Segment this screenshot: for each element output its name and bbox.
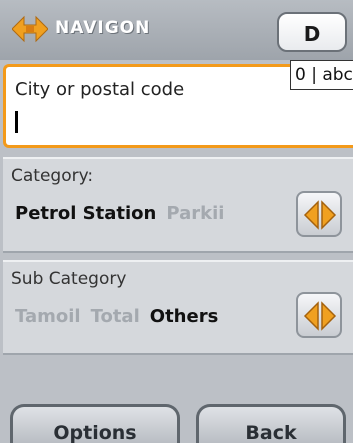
subcategory-option[interactable]: Total: [91, 306, 140, 327]
navigon-logo-icon: [12, 15, 48, 43]
left-right-arrows-icon: [303, 301, 337, 331]
subcategory-options[interactable]: Tamoil Total Others: [15, 306, 290, 336]
keyboard-d-key[interactable]: D: [277, 12, 347, 52]
category-switch-button[interactable]: [296, 191, 342, 237]
subcategory-option[interactable]: Tamoil: [15, 306, 81, 327]
subcategory-label: Sub Category: [11, 269, 127, 289]
category-panel: Category: Petrol Station Parkii: [3, 157, 353, 253]
subcategory-panel: Sub Category Tamoil Total Others: [3, 260, 353, 355]
subcategory-option-selected[interactable]: Others: [150, 306, 219, 327]
category-label: Category:: [11, 166, 94, 186]
options-button[interactable]: Options: [10, 404, 180, 443]
back-button[interactable]: Back: [196, 404, 346, 443]
brand-name: NAVIGON: [55, 18, 151, 38]
header-bar: NAVIGON D: [0, 0, 353, 60]
category-option-selected[interactable]: Petrol Station: [15, 203, 156, 224]
category-options[interactable]: Petrol Station Parkii: [15, 203, 290, 233]
category-option[interactable]: Parkii: [166, 203, 224, 224]
left-right-arrows-icon: [303, 200, 337, 230]
text-caret: [15, 111, 18, 133]
input-mode-indicator[interactable]: 0 | abc: [290, 60, 353, 90]
subcategory-switch-button[interactable]: [296, 292, 342, 338]
search-placeholder: City or postal code: [15, 79, 185, 100]
